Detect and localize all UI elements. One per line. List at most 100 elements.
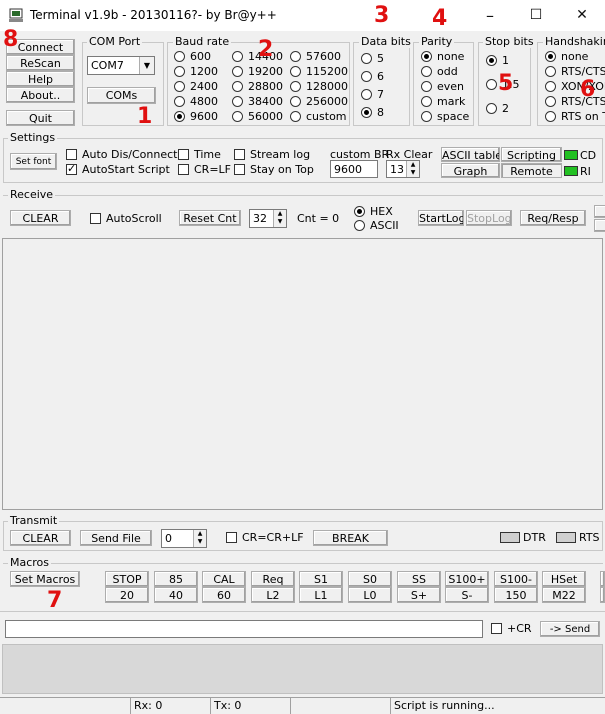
macro-button[interactable]: L0 <box>348 587 392 603</box>
stop-bits-radio[interactable]: 1 <box>486 54 509 68</box>
radio-button[interactable] <box>232 96 243 107</box>
macro-button[interactable]: S0 <box>348 571 392 587</box>
baud-rate-radio[interactable]: 4800 <box>174 95 218 109</box>
chevron-down-icon[interactable]: ▼ <box>139 57 154 74</box>
req-resp-button[interactable]: Req/Resp <box>520 210 586 226</box>
baud-rate-radio[interactable]: 128000 <box>290 80 348 94</box>
transmit-spinner[interactable]: 0 ▲ ▼ <box>161 529 207 548</box>
ascii-table-button[interactable]: ASCII table <box>441 147 500 162</box>
data-bits-radio[interactable]: 6 <box>361 70 384 84</box>
macro-overflow-button-1[interactable] <box>600 571 605 587</box>
baud-rate-radio[interactable]: 115200 <box>290 65 348 79</box>
radio-button[interactable] <box>361 89 372 100</box>
macro-button[interactable]: L2 <box>251 587 295 603</box>
receive-text-area[interactable] <box>2 238 603 510</box>
receive-scroll-toggle-bottom[interactable] <box>594 219 605 232</box>
autoscroll-checkbox[interactable]: AutoScroll <box>90 212 162 226</box>
minimize-button[interactable]: – <box>467 0 513 31</box>
macro-button[interactable]: Req <box>251 571 295 587</box>
radio-button[interactable] <box>174 81 185 92</box>
checkbox-box[interactable] <box>226 532 237 543</box>
macro-button[interactable]: S1 <box>299 571 343 587</box>
radio-button[interactable] <box>361 107 372 118</box>
macro-button[interactable]: 85 <box>154 571 198 587</box>
send-button[interactable]: -> Send <box>540 621 600 637</box>
checkbox-box[interactable] <box>66 162 77 176</box>
baud-rate-radio[interactable]: 19200 <box>232 65 283 79</box>
cr-crlf-checkbox[interactable]: CR=CR+LF <box>226 531 304 545</box>
baud-rate-radio[interactable]: 9600 <box>174 110 218 124</box>
data-bits-radio[interactable]: 8 <box>361 106 384 120</box>
checkbox-box[interactable] <box>66 149 77 160</box>
radio-button[interactable] <box>290 81 301 92</box>
auto-dis-connect-checkbox[interactable]: Auto Dis/Connect <box>66 148 177 162</box>
data-bits-radio[interactable]: 7 <box>361 88 384 102</box>
macro-button[interactable]: S+ <box>397 587 441 603</box>
stream-log-checkbox[interactable]: Stream log <box>234 148 310 162</box>
stoplog-button[interactable]: StopLog <box>466 210 512 226</box>
radio-button[interactable] <box>232 51 243 62</box>
plus-cr-checkbox[interactable]: +CR <box>491 622 532 636</box>
receive-scroll-toggle-top[interactable] <box>594 205 605 218</box>
radio-button[interactable] <box>421 66 432 77</box>
set-font-button[interactable]: Set font <box>10 153 57 170</box>
macro-button[interactable]: 60 <box>202 587 246 603</box>
custom-br-input[interactable]: 9600 <box>330 160 378 178</box>
checkbox-box[interactable] <box>491 623 502 634</box>
rx-clear-spinner[interactable]: 13 ▲ ▼ <box>386 160 420 178</box>
radio-button[interactable] <box>232 111 243 122</box>
dtr-led-indicator[interactable] <box>500 532 520 543</box>
checkbox-box[interactable] <box>90 213 101 224</box>
macro-button[interactable]: M22 <box>542 587 586 603</box>
quit-button[interactable]: Quit <box>6 110 75 126</box>
ascii-radio[interactable]: ASCII <box>354 219 399 233</box>
radio-button[interactable] <box>174 66 185 77</box>
reset-cnt-button[interactable]: Reset Cnt <box>179 210 241 226</box>
parity-radio[interactable]: odd <box>421 65 458 79</box>
baud-rate-radio[interactable]: 600 <box>174 50 211 64</box>
baud-rate-radio[interactable]: 1200 <box>174 65 218 79</box>
radio-button[interactable] <box>290 66 301 77</box>
cnt-spinner[interactable]: 32 ▲ ▼ <box>249 209 287 228</box>
spinner-arrows-icon[interactable]: ▲ ▼ <box>406 161 419 177</box>
radio-button[interactable] <box>290 96 301 107</box>
stay-on-top-checkbox[interactable]: Stay on Top <box>234 163 314 177</box>
macro-button[interactable]: L1 <box>299 587 343 603</box>
data-bits-radio[interactable]: 5 <box>361 52 384 66</box>
scripting-button[interactable]: Scripting <box>501 147 562 162</box>
baud-rate-radio[interactable]: 256000 <box>290 95 348 109</box>
send-input[interactable] <box>5 620 483 638</box>
radio-button[interactable] <box>232 66 243 77</box>
time-checkbox[interactable]: Time <box>178 148 221 162</box>
macro-button[interactable]: CAL <box>202 571 246 587</box>
about-button[interactable]: About.. <box>6 87 75 103</box>
radio-button[interactable] <box>290 111 301 122</box>
parity-radio[interactable]: mark <box>421 95 465 109</box>
spinner-arrows-icon[interactable]: ▲ ▼ <box>273 210 286 227</box>
close-button[interactable]: ✕ <box>559 0 605 31</box>
baud-rate-radio[interactable]: 2400 <box>174 80 218 94</box>
macro-button[interactable]: 20 <box>105 587 149 603</box>
radio-button[interactable] <box>174 96 185 107</box>
radio-button[interactable] <box>174 51 185 62</box>
coms-button[interactable]: COMs <box>87 87 156 104</box>
maximize-button[interactable]: ☐ <box>513 0 559 31</box>
radio-button[interactable] <box>421 96 432 107</box>
cr-lf-checkbox[interactable]: CR=LF <box>178 163 231 177</box>
receive-clear-button[interactable]: CLEAR <box>10 210 71 226</box>
baud-rate-radio[interactable]: 38400 <box>232 95 283 109</box>
baud-rate-radio[interactable]: 28800 <box>232 80 283 94</box>
macro-button[interactable]: 40 <box>154 587 198 603</box>
help-button[interactable]: Help <box>6 71 75 87</box>
checkbox-box[interactable] <box>234 149 245 160</box>
spinner-arrows-icon[interactable]: ▲ ▼ <box>193 530 206 547</box>
radio-button[interactable] <box>174 111 185 122</box>
break-button[interactable]: BREAK <box>313 530 388 546</box>
radio-button[interactable] <box>354 206 365 217</box>
transmit-clear-button[interactable]: CLEAR <box>10 530 71 546</box>
radio-button[interactable] <box>486 79 497 90</box>
radio-button[interactable] <box>486 103 497 114</box>
remote-button[interactable]: Remote <box>501 163 562 178</box>
set-macros-button[interactable]: Set Macros <box>10 571 80 587</box>
parity-radio[interactable]: even <box>421 80 464 94</box>
